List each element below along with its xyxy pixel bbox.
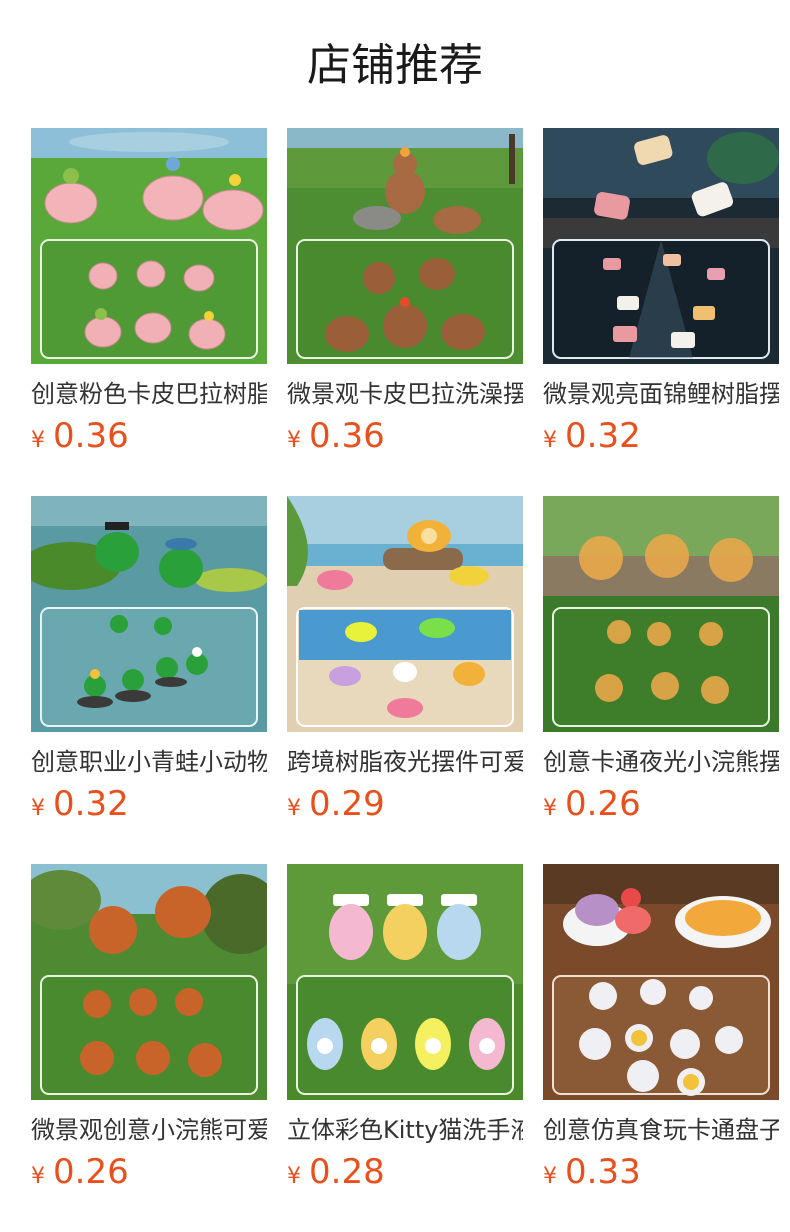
product-card[interactable]: 创意卡通夜光小浣熊摆件 ¥0.26 xyxy=(543,496,779,864)
product-image[interactable] xyxy=(287,496,523,732)
product-name[interactable]: 创意职业小青蛙小动物摆件 xyxy=(31,746,267,778)
currency-symbol: ¥ xyxy=(287,1164,301,1189)
currency-symbol: ¥ xyxy=(543,796,557,821)
product-image[interactable] xyxy=(543,128,779,364)
product-card[interactable]: 立体彩色Kitty猫洗手液摆件 ¥0.28 xyxy=(287,864,523,1232)
currency-symbol: ¥ xyxy=(543,1164,557,1189)
product-image[interactable] xyxy=(543,496,779,732)
product-card[interactable]: 微景观卡皮巴拉洗澡摆件 ¥0.36 xyxy=(287,128,523,496)
product-price: ¥0.32 xyxy=(543,414,779,458)
currency-symbol: ¥ xyxy=(31,428,45,453)
product-image[interactable] xyxy=(543,864,779,1100)
price-value: 0.28 xyxy=(309,1152,385,1192)
product-image[interactable] xyxy=(31,496,267,732)
product-price: ¥0.26 xyxy=(31,1150,267,1194)
product-price: ¥0.33 xyxy=(543,1150,779,1194)
product-image[interactable] xyxy=(287,864,523,1100)
product-image[interactable] xyxy=(287,128,523,364)
currency-symbol: ¥ xyxy=(543,428,557,453)
price-value: 0.32 xyxy=(565,416,641,456)
product-price: ¥0.36 xyxy=(287,414,523,458)
product-price: ¥0.29 xyxy=(287,782,523,826)
currency-symbol: ¥ xyxy=(287,428,301,453)
product-price: ¥0.32 xyxy=(31,782,267,826)
product-card[interactable]: 创意仿真食玩卡通盘子摆件 ¥0.33 xyxy=(543,864,779,1232)
product-card[interactable]: 微景观创意小浣熊可爱摆件 ¥0.26 xyxy=(31,864,267,1232)
product-card[interactable]: 跨境树脂夜光摆件可爱 ¥0.29 xyxy=(287,496,523,864)
product-name[interactable]: 创意卡通夜光小浣熊摆件 xyxy=(543,746,779,778)
shop-recommendation-page: 店铺推荐 创意粉色卡皮巴拉树脂 ¥ 0.36 微景观卡皮巴拉洗澡摆 ¥ 0.36… xyxy=(0,0,790,1232)
product-price: ¥0.26 xyxy=(543,782,779,826)
currency-symbol: ¥ xyxy=(287,796,301,821)
product-name[interactable]: 微景观亮面锦鲤树脂摆件 xyxy=(543,378,779,410)
product-image[interactable] xyxy=(31,128,267,364)
product-card[interactable]: 创意职业小青蛙小动物摆件 ¥0.32 xyxy=(31,496,267,864)
currency-symbol: ¥ xyxy=(31,796,45,821)
price-value: 0.26 xyxy=(53,1152,129,1192)
price-value: 0.33 xyxy=(565,1152,641,1192)
price-value: 0.29 xyxy=(309,784,385,824)
product-name[interactable]: 跨境树脂夜光摆件可爱 xyxy=(287,746,523,778)
product-name[interactable]: 微景观卡皮巴拉洗澡摆件 xyxy=(287,378,523,410)
currency-symbol: ¥ xyxy=(31,1164,45,1189)
product-image[interactable] xyxy=(31,864,267,1100)
price-value: 0.36 xyxy=(309,416,385,456)
product-grid: 创意粉色卡皮巴拉树脂摆件 ¥0.36 xyxy=(31,128,779,1232)
product-card[interactable]: 微景观亮面锦鲤树脂摆件 ¥0.32 xyxy=(543,128,779,496)
price-value: 0.32 xyxy=(53,784,129,824)
product-name[interactable]: 创意粉色卡皮巴拉树脂摆件 xyxy=(31,378,267,410)
product-name[interactable]: 立体彩色Kitty猫洗手液摆件 xyxy=(287,1114,523,1146)
price-value: 0.26 xyxy=(565,784,641,824)
product-price: ¥0.36 xyxy=(31,414,267,458)
product-name[interactable]: 创意仿真食玩卡通盘子摆件 xyxy=(543,1114,779,1146)
section-title: 店铺推荐 xyxy=(307,40,483,91)
product-name[interactable]: 微景观创意小浣熊可爱摆件 xyxy=(31,1114,267,1146)
product-price: ¥0.28 xyxy=(287,1150,523,1194)
price-value: 0.36 xyxy=(53,416,129,456)
product-card[interactable]: 创意粉色卡皮巴拉树脂摆件 ¥0.36 xyxy=(31,128,267,496)
